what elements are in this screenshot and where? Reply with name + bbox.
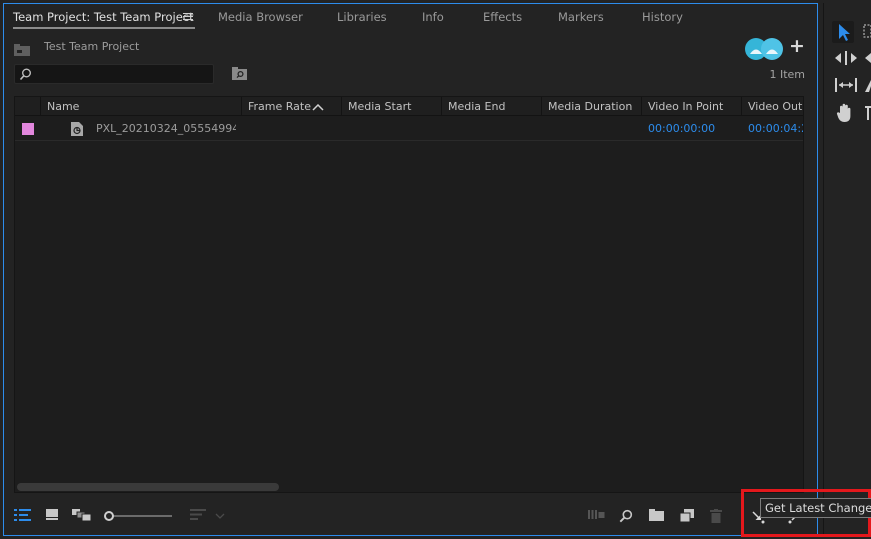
column-header-video-in-point[interactable]: Video In Point [641,97,741,116]
column-header-media-duration[interactable]: Media Duration [541,97,641,116]
image-sequence-icon [71,122,83,136]
zoom-slider-track[interactable] [110,515,172,517]
zoom-slider-handle[interactable] [104,511,114,521]
horizontal-scrollbar[interactable] [17,483,279,491]
column-header-media-start[interactable]: Media Start [341,97,441,116]
tools-panel [823,3,871,536]
project-panel: Team Project: Test Team Project Media Br… [3,3,818,536]
new-item-icon[interactable] [680,509,694,522]
sort-icons-icon[interactable] [190,509,206,520]
search-icon [19,68,31,81]
selection-arrow-icon [839,24,850,41]
clip-video-out-point[interactable]: 00:00:04:24 [748,122,803,135]
new-bin-icon[interactable] [649,509,664,521]
find-icon[interactable] [619,509,633,523]
hand-tool-icon[interactable] [836,103,854,123]
slip-tool-icon[interactable] [835,78,857,92]
team-project-icon [14,44,30,56]
clip-video-in-point[interactable]: 00:00:00:00 [648,122,715,135]
tab-media-browser[interactable]: Media Browser [218,10,303,24]
razor-tool-partial-icon[interactable] [863,53,871,63]
column-header-media-end[interactable]: Media End [441,97,541,116]
pen-tool-partial-icon[interactable] [863,80,871,92]
new-search-bin-icon[interactable] [232,67,247,80]
selection-tool-button[interactable] [832,21,854,43]
tab-team-project[interactable]: Team Project: Test Team Project [13,10,194,24]
add-collaborator-button[interactable]: + [789,35,805,57]
label-color-swatch[interactable] [22,123,34,135]
active-tab-indicator [13,27,195,29]
tab-history[interactable]: History [642,10,683,24]
tab-markers[interactable]: Markers [558,10,604,24]
chevron-down-icon[interactable] [215,513,225,519]
column-header-frame-rate[interactable]: Frame Rate [241,97,341,116]
item-count: 1 Item [769,68,805,81]
panel-tab-bar: Team Project: Test Team Project Media Br… [4,4,817,31]
column-header-name[interactable]: Name [40,97,241,116]
search-input[interactable] [14,64,214,84]
type-tool-partial-icon[interactable] [863,106,871,120]
ripple-edit-tool-icon[interactable] [835,51,857,65]
clip-name[interactable]: PXL_20210324_055549941.j [96,122,236,135]
automate-to-sequence-icon[interactable] [588,509,605,520]
column-header-video-out-point[interactable]: Video Out P [741,97,803,116]
table-row[interactable]: PXL_20210324_055549941.j 00:00:00:00 00:… [15,117,803,141]
list-header: Name Frame Rate Media Start Media End Me… [15,97,803,116]
project-list-view: Name Frame Rate Media Start Media End Me… [14,96,804,493]
freeform-view-icon[interactable] [72,509,91,521]
clear-icon[interactable] [710,509,722,523]
get-latest-changes-tooltip: Get Latest Changes [760,498,871,518]
list-view-icon[interactable] [14,509,31,521]
sort-ascending-icon [312,104,324,111]
tab-libraries[interactable]: Libraries [337,10,387,24]
tab-info[interactable]: Info [422,10,444,24]
panel-divider [823,3,824,536]
icon-view-icon[interactable] [46,509,58,520]
tab-effects[interactable]: Effects [483,10,522,24]
project-name: Test Team Project [44,40,140,53]
panel-menu-icon[interactable] [183,13,193,21]
track-select-tool-icon[interactable] [863,24,871,38]
collaborators-icon[interactable] [744,37,784,61]
